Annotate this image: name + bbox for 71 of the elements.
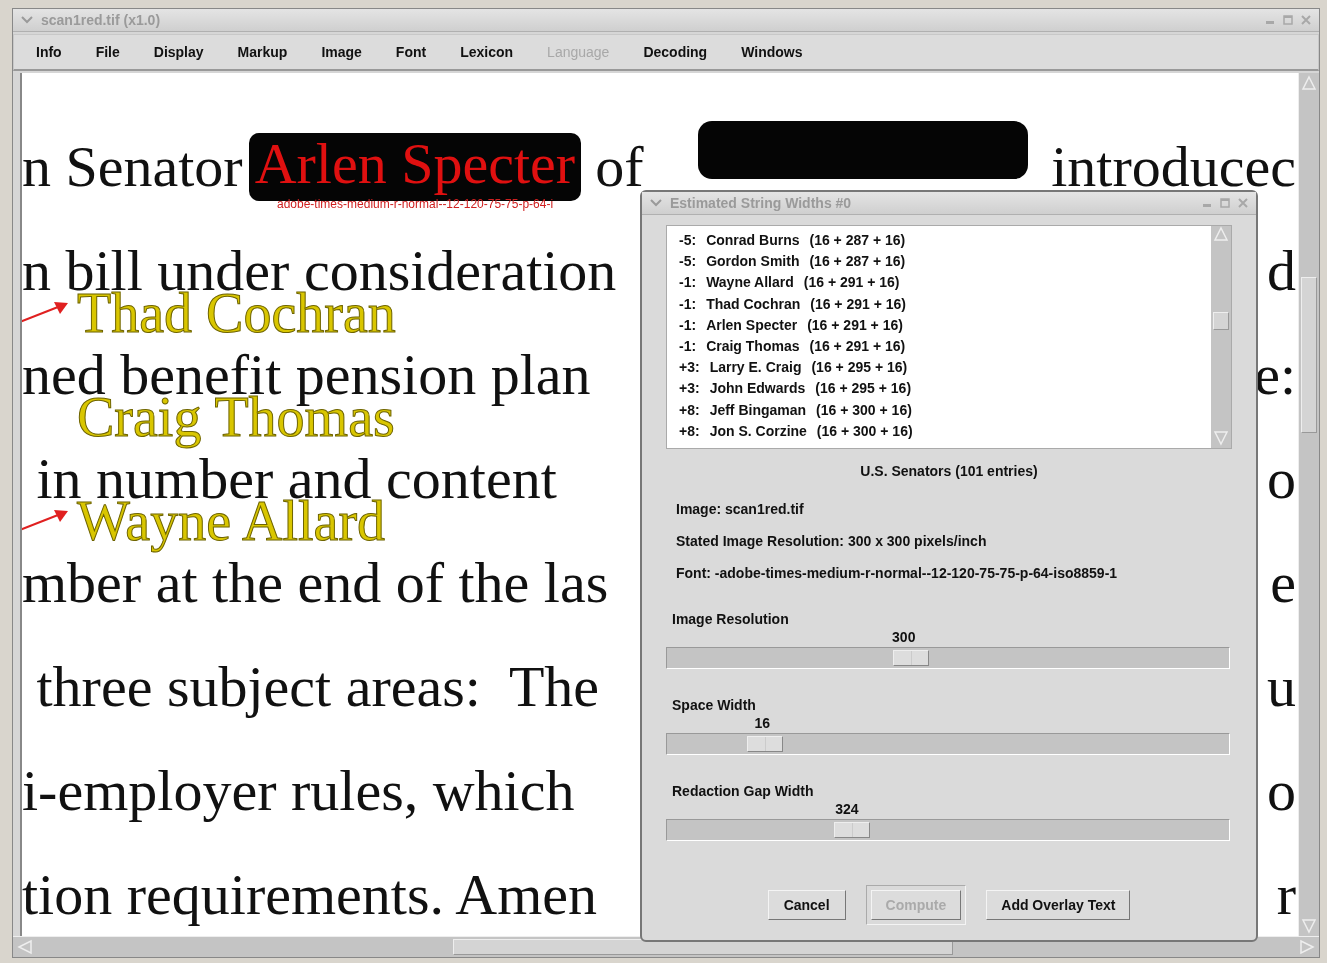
list-item[interactable]: -1: Wayne Allard (16 + 291 + 16): [679, 272, 1211, 294]
document-text: d: [1267, 242, 1296, 300]
document-text: tion requirements. Amen: [22, 866, 598, 924]
menu-item[interactable]: Font: [383, 40, 439, 64]
info-text: Font: -adobe-times-medium-r-normal--12-120-75-75-p-64-iso8859-1: [676, 564, 1119, 583]
slider-track[interactable]: [666, 647, 1230, 669]
list-item[interactable]: +3: John Edwards (16 + 295 + 16): [679, 378, 1211, 400]
slider-thumb[interactable]: [746, 736, 783, 752]
scroll-down-icon[interactable]: [1213, 430, 1229, 446]
menu-item[interactable]: Display: [141, 40, 216, 64]
vertical-scrollbar[interactable]: [1211, 226, 1231, 448]
document-text: n Senator: [22, 138, 243, 196]
window-title: Estimated String Widths #0: [670, 195, 852, 211]
document-text: r: [1276, 866, 1296, 924]
scroll-thumb[interactable]: [1301, 277, 1317, 433]
slider-label: Space Width: [671, 697, 757, 713]
menu-item[interactable]: Info: [24, 40, 74, 64]
scroll-right-icon[interactable]: [1299, 939, 1315, 955]
list-item[interactable]: +8: Jeff Bingaman (16 + 300 + 16): [679, 399, 1211, 421]
scroll-left-icon[interactable]: [17, 939, 33, 955]
menu-item[interactable]: Markup: [225, 40, 300, 64]
menu-item[interactable]: Lexicon: [448, 40, 526, 64]
list-item[interactable]: -1: Arlen Specter (16 + 291 + 16): [679, 314, 1211, 336]
slider-thumb[interactable]: [893, 650, 930, 666]
list-item[interactable]: -5: Conrad Burns (16 + 287 + 16): [679, 230, 1211, 252]
redacted-name: Arlen Specter: [254, 131, 576, 196]
list-caption: U.S. Senators (101 entries): [859, 463, 1039, 479]
close-icon[interactable]: [1301, 15, 1311, 25]
document-text: o: [1267, 450, 1296, 508]
slider-track[interactable]: [666, 819, 1230, 841]
document-text: o: [1267, 762, 1296, 820]
list-item[interactable]: -1: Thad Cochran (16 + 291 + 16): [679, 293, 1211, 315]
document-text: mber at the end of the las: [22, 554, 609, 612]
slider-value: 16: [754, 715, 771, 731]
document-text: e: [1270, 554, 1296, 612]
window-menu-icon[interactable]: [21, 16, 33, 24]
vertical-scrollbar[interactable]: [1298, 73, 1319, 936]
slider-value: 324: [835, 801, 859, 817]
maximize-icon[interactable]: [1283, 15, 1293, 25]
window-title: scan1red.tif (x1.0): [41, 12, 161, 28]
document-text: e:: [1254, 346, 1296, 404]
menu-item[interactable]: Decoding: [631, 40, 720, 64]
document-text: u: [1267, 658, 1296, 716]
slider-label: Image Resolution: [671, 611, 790, 627]
list-item[interactable]: -1: Craig Thomas (16 + 291 + 16): [679, 335, 1211, 358]
window-menu-icon[interactable]: [650, 199, 662, 207]
menu-item[interactable]: Image: [309, 40, 374, 64]
document-text: three subject areas: The: [35, 658, 600, 716]
slider-value: 300: [892, 629, 916, 645]
menu-item[interactable]: File: [83, 40, 132, 64]
info-text: Image: scan1red.tif: [676, 500, 805, 519]
scroll-up-icon[interactable]: [1301, 75, 1317, 91]
document-text: introducec: [1051, 138, 1296, 196]
document-text: i-employer rules, which: [22, 762, 575, 820]
menu-item[interactable]: Windows: [729, 40, 815, 64]
list-item[interactable]: +3: Larry E. Craig (16 + 295 + 16): [679, 357, 1211, 379]
font-label: adobe-times-medium-r-normal--12-120-75-75-p-64-i: [277, 197, 554, 211]
scroll-thumb[interactable]: [1213, 312, 1229, 330]
scroll-up-icon[interactable]: [1213, 226, 1229, 242]
maximize-icon[interactable]: [1220, 198, 1230, 208]
document-text: of: [595, 138, 645, 196]
close-icon[interactable]: [1238, 198, 1248, 208]
dialog-button[interactable]: Cancel: [767, 890, 846, 920]
list-item[interactable]: +8: Jon S. Corzine (16 + 300 + 16): [679, 420, 1211, 442]
info-text: Stated Image Resolution: 300 x 300 pixels/inch: [676, 532, 988, 551]
scroll-down-icon[interactable]: [1301, 918, 1317, 934]
slider-thumb[interactable]: [834, 822, 871, 838]
slider-track[interactable]: [666, 733, 1230, 755]
slider-label: Redaction Gap Width: [671, 783, 815, 799]
list-item[interactable]: -5: Gordon Smith (16 + 287 + 16): [679, 251, 1211, 273]
dialog-button[interactable]: Add Overlay Text: [986, 890, 1131, 920]
